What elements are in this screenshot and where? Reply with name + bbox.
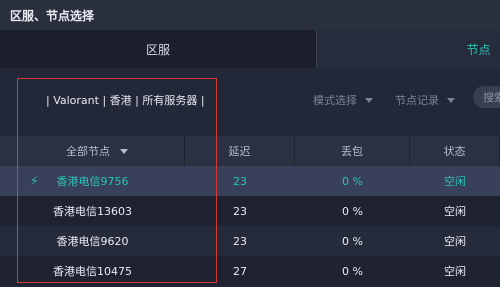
tab-node-label: 节点 (466, 42, 491, 57)
node-record-label: 节点记录 (395, 94, 439, 107)
tab-region[interactable]: 区服 (0, 30, 316, 68)
status-value: 空闲 (444, 175, 466, 188)
mode-select-label: 模式选择 (313, 94, 357, 107)
search-input[interactable]: 搜索 (473, 86, 500, 108)
mode-select-dropdown[interactable]: 模式选择 (313, 92, 373, 108)
tab-bar: 区服 节点 (0, 30, 500, 68)
table-row[interactable]: ⚡︎ 香港电信9756 23 0 % 空闲 (0, 166, 500, 196)
tab-node[interactable]: 节点 (316, 30, 500, 68)
status-column-header[interactable]: 状态 (410, 136, 500, 166)
node-name: 香港电信13603 (53, 205, 132, 218)
table-row[interactable]: 香港电信10475 27 0 % 空闲 (0, 256, 500, 286)
node-filter-dropdown[interactable]: 全部节点 (0, 136, 185, 166)
latency-value: 27 (233, 264, 247, 278)
chevron-down-icon (365, 97, 373, 103)
node-record-dropdown[interactable]: 节点记录 (395, 92, 455, 108)
node-name: 香港电信9756 (56, 175, 129, 188)
loss-value: 0 % (342, 174, 363, 188)
status-value: 空闲 (444, 265, 466, 278)
tab-region-label: 区服 (145, 42, 170, 57)
loss-value: 0 % (342, 264, 363, 278)
table-header: 全部节点 延迟 丢包 状态 (0, 136, 500, 166)
node-column-header: 全部节点 (66, 145, 110, 158)
status-value: 空闲 (444, 235, 466, 248)
search-placeholder: 搜索 (483, 91, 500, 104)
node-name: 香港电信9620 (56, 235, 129, 248)
loss-value: 0 % (342, 204, 363, 218)
game-server-info: | Valorant | 香港 | 所有服务器 | (46, 94, 205, 107)
loss-column-header[interactable]: 丢包 (295, 136, 410, 166)
node-name: 香港电信10475 (53, 265, 132, 278)
lightning-icon: ⚡︎ (30, 174, 39, 188)
latency-value: 23 (233, 204, 247, 218)
window-title: 区服、节点选择 (0, 0, 500, 30)
latency-value: 23 (233, 234, 247, 248)
table-row[interactable]: 香港电信9620 23 0 % 空闲 (0, 226, 500, 256)
chevron-down-icon (447, 97, 455, 103)
table-row[interactable]: 香港电信13603 23 0 % 空闲 (0, 196, 500, 226)
status-value: 空闲 (444, 205, 466, 218)
latency-value: 23 (233, 174, 247, 188)
latency-column-header[interactable]: 延迟 (185, 136, 295, 166)
chevron-down-icon (120, 148, 128, 154)
loss-value: 0 % (342, 234, 363, 248)
